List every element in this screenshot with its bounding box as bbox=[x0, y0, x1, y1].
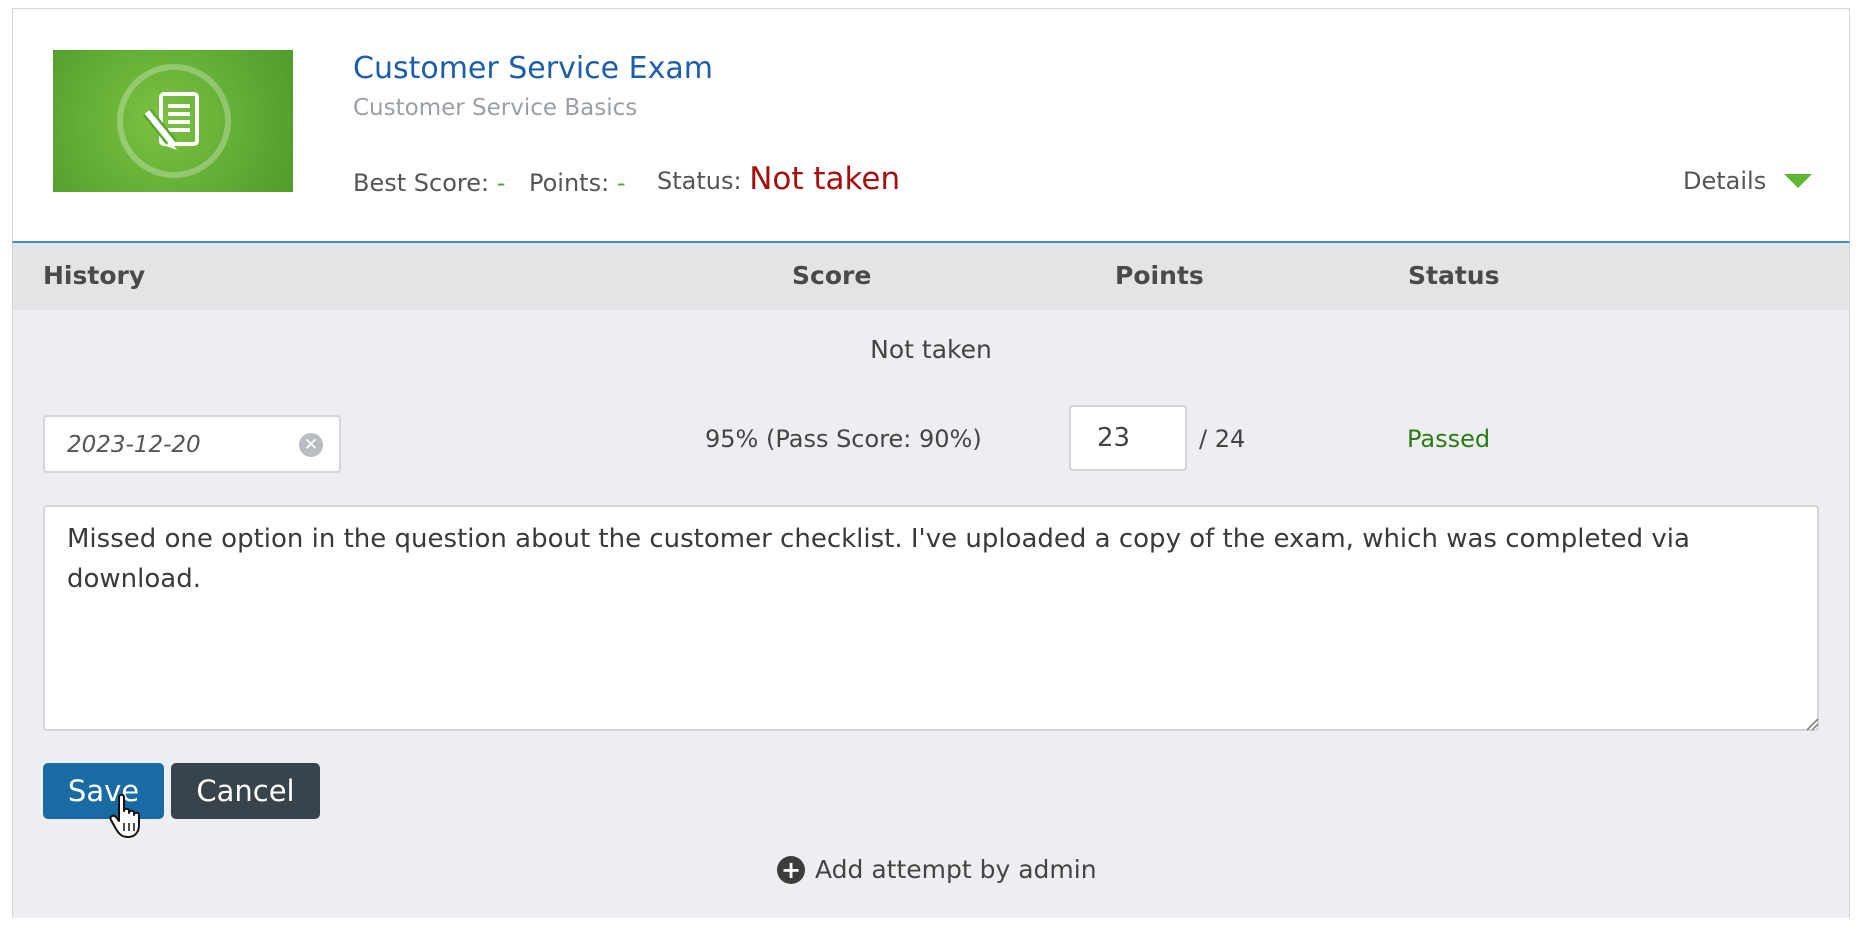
points-value: - bbox=[616, 169, 626, 197]
resize-grip-icon[interactable] bbox=[1805, 717, 1819, 731]
points-label: Points: bbox=[529, 169, 610, 197]
points-summary: Points: - bbox=[529, 169, 626, 197]
best-score: Best Score: - bbox=[353, 169, 505, 197]
column-history: History bbox=[43, 261, 146, 290]
column-points: Points bbox=[1115, 261, 1204, 290]
course-thumbnail bbox=[53, 50, 293, 192]
attempt-date-value: 2023-12-20 bbox=[67, 432, 201, 458]
status-value: Not taken bbox=[749, 161, 901, 197]
details-toggle[interactable]: Details bbox=[1683, 167, 1813, 195]
course-card: Customer Service Exam Customer Service B… bbox=[12, 8, 1850, 243]
status-label: Status: bbox=[657, 167, 742, 195]
status-summary: Status: Not taken bbox=[657, 161, 900, 197]
plus-circle-icon: + bbox=[777, 855, 805, 884]
details-label: Details bbox=[1683, 167, 1767, 195]
column-status: Status bbox=[1408, 261, 1500, 290]
history-table-header: History Score Points Status bbox=[13, 243, 1849, 310]
attempt-points-input[interactable] bbox=[1069, 405, 1187, 471]
exam-document-pen-icon bbox=[117, 64, 231, 178]
add-attempt-button[interactable]: + Add attempt by admin bbox=[777, 855, 1097, 884]
course-title[interactable]: Customer Service Exam bbox=[353, 51, 713, 86]
attempt-date-field[interactable]: 2023-12-20 ✕ bbox=[43, 415, 341, 473]
empty-history-message: Not taken bbox=[870, 335, 992, 364]
clear-date-icon[interactable]: ✕ bbox=[299, 433, 323, 457]
best-score-label: Best Score: bbox=[353, 169, 490, 197]
hand-cursor-icon bbox=[109, 793, 140, 838]
history-panel: History Score Points Status Not taken 20… bbox=[12, 243, 1850, 918]
best-score-value: - bbox=[496, 169, 506, 197]
attempt-status: Passed bbox=[1407, 425, 1491, 453]
course-subtitle: Customer Service Basics bbox=[353, 95, 638, 121]
attempt-points-max: / 24 bbox=[1199, 425, 1246, 453]
attempt-notes-textarea[interactable]: Missed one option in the question about … bbox=[43, 505, 1819, 731]
add-attempt-label: Add attempt by admin bbox=[815, 855, 1097, 884]
column-score: Score bbox=[792, 261, 872, 290]
cancel-button[interactable]: Cancel bbox=[171, 763, 320, 819]
triangle-down-icon bbox=[1784, 174, 1813, 188]
attempt-score: 95% (Pass Score: 90%) bbox=[705, 425, 982, 453]
